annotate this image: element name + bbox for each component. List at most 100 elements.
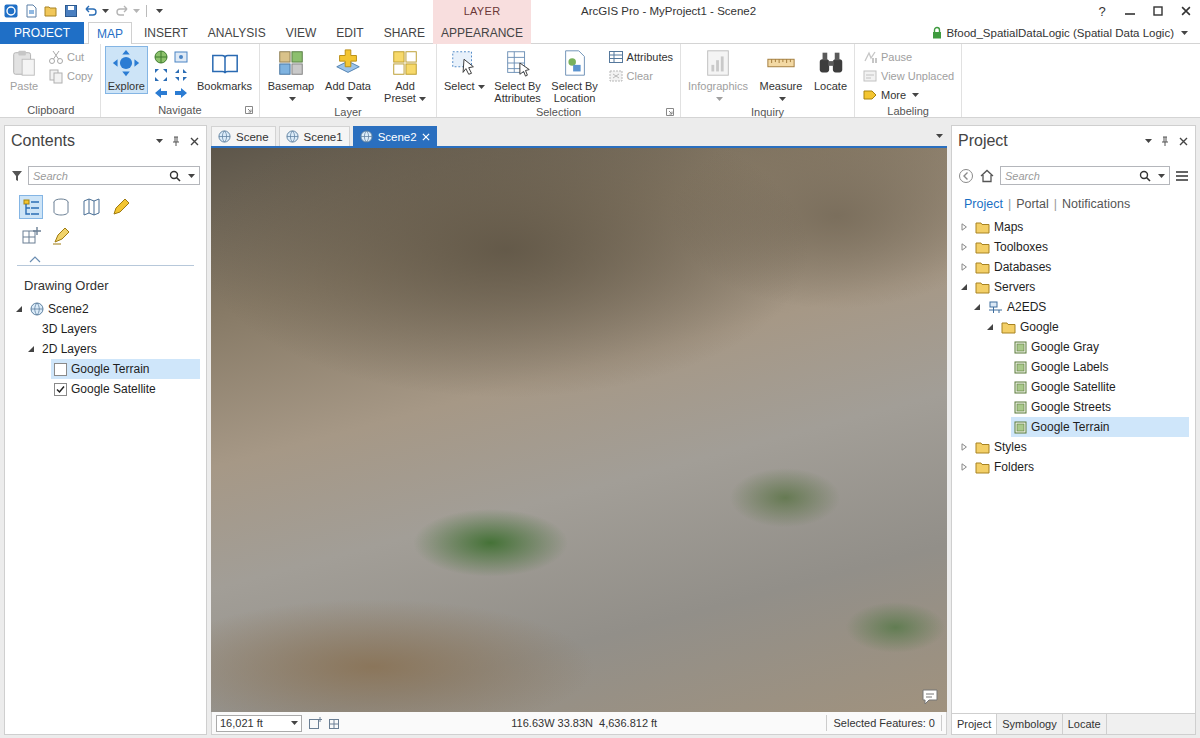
expander[interactable] — [958, 263, 970, 271]
navigate-tool[interactable] — [153, 49, 169, 65]
tree-item[interactable]: Scene2 — [5, 299, 206, 319]
pane-close-button[interactable] — [188, 134, 200, 148]
ribbon-small-button[interactable]: Clear — [605, 67, 676, 85]
ribbon-button[interactable]: Explore — [105, 46, 148, 94]
tree-item-body[interactable]: Google Satellite — [1011, 377, 1189, 397]
collapse-toggle[interactable] — [5, 250, 206, 266]
contents-view-button[interactable] — [79, 195, 103, 219]
tree-item-body[interactable]: Google — [998, 317, 1189, 337]
contents-view-button[interactable] — [49, 224, 73, 248]
tree-item-body[interactable]: Databases — [972, 257, 1189, 277]
ribbon-button[interactable]: Select By Location — [548, 46, 602, 106]
nav-item[interactable]: Notifications — [1062, 197, 1130, 211]
view-tab[interactable]: Scene — [211, 126, 276, 146]
ribbon-button[interactable]: Add Data — [321, 46, 375, 106]
tree-item[interactable]: Maps — [952, 217, 1195, 237]
contents-view-button[interactable] — [19, 224, 43, 248]
overlay-button[interactable] — [921, 688, 939, 706]
ribbon-button[interactable]: Basemap — [264, 46, 318, 106]
ribbon-button[interactable]: Bookmarks — [194, 46, 255, 94]
ribbon-tab[interactable]: INSERT — [136, 22, 196, 44]
view-tab[interactable]: Scene2 — [353, 126, 437, 146]
tree-item-body[interactable]: Styles — [972, 437, 1189, 457]
ribbon-button[interactable]: Add Preset — [378, 46, 432, 106]
tree-item[interactable]: Styles — [952, 437, 1195, 457]
undo-button[interactable] — [84, 4, 109, 18]
navigate-tool[interactable] — [173, 85, 189, 101]
scale-dropdown[interactable]: 16,021 ft — [216, 715, 302, 732]
save-button[interactable] — [64, 4, 78, 18]
layer-checkbox[interactable] — [54, 363, 67, 376]
view-tabs-menu[interactable] — [933, 134, 943, 138]
pane-pin-button[interactable] — [1159, 134, 1171, 148]
tree-item-body[interactable]: Toolboxes — [972, 237, 1189, 257]
pane-menu-button[interactable] — [152, 134, 164, 148]
expander[interactable] — [958, 223, 970, 231]
selected-features[interactable]: Selected Features: 0 — [826, 715, 942, 731]
navigate-tool[interactable] — [153, 85, 169, 101]
ribbon-button[interactable]: Locate — [811, 46, 850, 94]
tree-item-body[interactable]: Google Satellite — [51, 379, 200, 399]
redo-button[interactable] — [115, 4, 140, 18]
ribbon-button[interactable]: Select — [441, 46, 488, 94]
expander[interactable] — [958, 283, 970, 291]
tree-item-body[interactable]: A2EDS — [985, 297, 1189, 317]
minimize-button[interactable] — [1116, 0, 1144, 22]
nav-item[interactable]: Portal — [1016, 197, 1049, 211]
tree-item[interactable]: Google — [952, 317, 1195, 337]
expander[interactable] — [971, 303, 983, 311]
ribbon-small-button[interactable]: Attributes — [605, 48, 676, 66]
tree-item-body[interactable]: Google Gray — [1011, 337, 1189, 357]
expander[interactable] — [13, 305, 25, 313]
pane-tab[interactable]: Project — [952, 714, 997, 734]
tree-item[interactable]: 2D Layers — [5, 339, 206, 359]
ribbon-tab[interactable]: MAP — [88, 22, 132, 45]
navigate-tool[interactable] — [173, 67, 189, 83]
tree-item[interactable]: Google Labels — [952, 357, 1195, 377]
pane-close-button[interactable] — [1177, 134, 1189, 148]
contents-view-button[interactable] — [19, 195, 43, 219]
expander[interactable] — [958, 463, 970, 471]
ribbon-button[interactable]: Infographics — [685, 46, 751, 106]
contents-view-button[interactable] — [109, 195, 133, 219]
ribbon-small-button[interactable]: Copy — [45, 67, 96, 85]
scene-canvas[interactable] — [211, 146, 947, 712]
open-button[interactable] — [44, 4, 58, 18]
search-field[interactable]: Search — [28, 166, 200, 185]
ribbon-small-button[interactable]: More — [859, 86, 957, 104]
contents-view-button[interactable] — [49, 195, 73, 219]
tree-item[interactable]: Google Satellite — [952, 377, 1195, 397]
search-field[interactable]: Search — [1000, 166, 1170, 185]
tree-item[interactable]: Google Terrain — [5, 359, 206, 379]
view-tab[interactable]: Scene1 — [279, 126, 350, 146]
tree-item[interactable]: Google Terrain — [952, 417, 1195, 437]
pane-menu-button[interactable] — [1141, 134, 1153, 148]
ribbon-tab[interactable]: EDIT — [328, 22, 371, 44]
tree-item[interactable]: Servers — [952, 277, 1195, 297]
tree-item-body[interactable]: 3D Layers — [39, 319, 200, 339]
navigate-tool[interactable] — [153, 67, 169, 83]
tree-item-body[interactable]: Maps — [972, 217, 1189, 237]
tree-item-body[interactable]: Scene2 — [27, 299, 200, 319]
expander[interactable] — [25, 345, 37, 353]
pane-tab[interactable]: Symbology — [997, 714, 1062, 734]
tree-item[interactable]: Databases — [952, 257, 1195, 277]
tree-item[interactable]: A2EDS — [952, 297, 1195, 317]
ribbon-tab[interactable]: APPEARANCE — [433, 22, 531, 44]
ribbon-tab[interactable]: VIEW — [278, 22, 325, 44]
expander[interactable] — [958, 443, 970, 451]
tree-item[interactable]: Toolboxes — [952, 237, 1195, 257]
ribbon-tab[interactable]: PROJECT — [0, 22, 84, 44]
maximize-button[interactable] — [1144, 0, 1172, 22]
expander[interactable] — [984, 323, 996, 331]
ribbon-button[interactable]: Measure — [754, 46, 808, 106]
tree-item[interactable]: Google Streets — [952, 397, 1195, 417]
tree-item[interactable]: Google Satellite — [5, 379, 206, 399]
tree-item-body[interactable]: 2D Layers — [39, 339, 200, 359]
ribbon-button[interactable]: Paste — [6, 46, 42, 94]
ribbon-small-button[interactable]: Pause — [859, 48, 957, 66]
ribbon-button[interactable]: Select By Attributes — [491, 46, 545, 106]
tree-item-body[interactable]: Google Streets — [1011, 397, 1189, 417]
expander[interactable] — [958, 243, 970, 251]
tree-item-body[interactable]: Servers — [972, 277, 1189, 297]
